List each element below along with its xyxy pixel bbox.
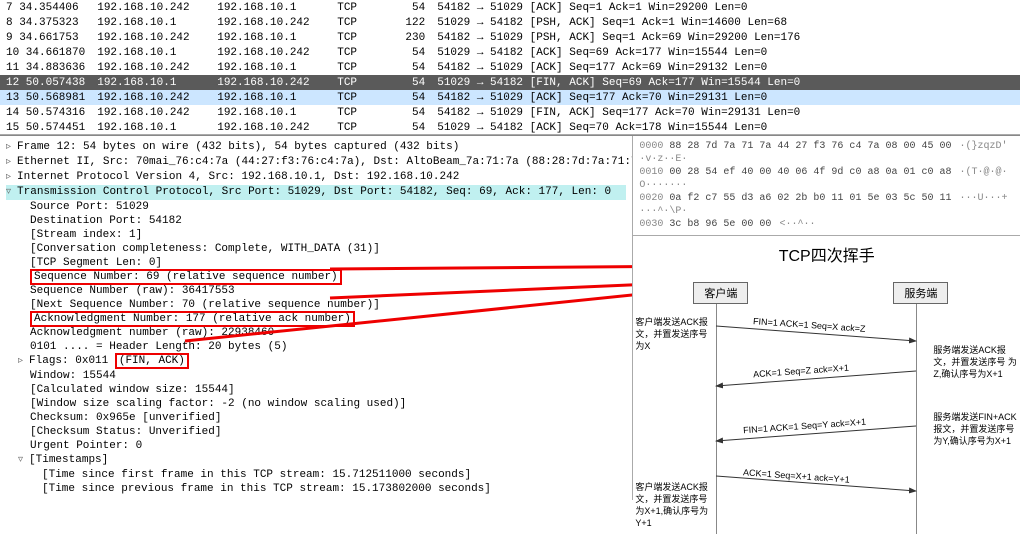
urgent-ptr: Urgent Pointer: 0 (6, 439, 626, 453)
server-note-1: 服务端发送ACK报 文，并置发送序号 为Z,确认序号为X+1 (933, 344, 1020, 380)
packet-list[interactable]: 7 34.354406192.168.10.242192.168.10.1TCP… (0, 0, 1020, 135)
window: Window: 15544 (6, 369, 626, 383)
tcp-summary[interactable]: Transmission Control Protocol, Src Port:… (6, 185, 626, 200)
client-note-1: 客户端发送ACK报 文，并置发送序号 为X (635, 316, 713, 352)
packet-details-tree[interactable]: Frame 12: 54 bytes on wire (432 bits), 5… (0, 136, 632, 500)
packet-row[interactable]: 8 34.375323192.168.10.1192.168.10.242TCP… (0, 15, 1020, 30)
flags[interactable]: Flags: 0x011 (FIN, ACK) (6, 354, 626, 369)
hex-dump[interactable]: 0000 88 28 7d 7a 71 7a 44 27 f3 76 c4 7a… (633, 136, 1020, 236)
calc-window: [Calculated window size: 15544] (6, 383, 626, 397)
next-seq: [Next Sequence Number: 70 (relative sequ… (6, 298, 626, 312)
ip-summary[interactable]: Internet Protocol Version 4, Src: 192.16… (6, 170, 626, 185)
server-note-2: 服务端发送FIN+ACK 报文，并置发送序号 为Y,确认序号为X+1 (933, 411, 1020, 447)
ack-relative: Acknowledgment Number: 177 (relative ack… (6, 312, 626, 326)
seq-relative: Sequence Number: 69 (relative sequence n… (6, 270, 626, 284)
client-note-2: 客户端发送ACK报 文，并置发送序号 为X+1,确认序号为Y+1 (635, 481, 713, 529)
packet-row[interactable]: 12 50.057438192.168.10.1192.168.10.242TC… (0, 75, 1020, 90)
source-port: Source Port: 51029 (6, 200, 626, 214)
stream-index: [Stream index: 1] (6, 228, 626, 242)
packet-row[interactable]: 11 34.883636192.168.10.242192.168.10.1TC… (0, 60, 1020, 75)
packet-row[interactable]: 7 34.354406192.168.10.242192.168.10.1TCP… (0, 0, 1020, 15)
packet-row[interactable]: 15 50.574451192.168.10.1192.168.10.242TC… (0, 120, 1020, 135)
frame-summary[interactable]: Frame 12: 54 bytes on wire (432 bits), 5… (6, 140, 626, 155)
packet-row[interactable]: 9 34.661753192.168.10.242192.168.10.1TCP… (0, 30, 1020, 45)
packet-row[interactable]: 13 50.568981192.168.10.242192.168.10.1TC… (0, 90, 1020, 105)
ack-raw: Acknowledgment number (raw): 22938460 (6, 326, 626, 340)
dest-port: Destination Port: 54182 (6, 214, 626, 228)
win-scale: [Window size scaling factor: -2 (no wind… (6, 397, 626, 411)
ts-prev: [Time since previous frame in this TCP s… (6, 482, 626, 496)
timestamps[interactable]: [Timestamps] (6, 453, 626, 468)
ethernet-summary[interactable]: Ethernet II, Src: 70mai_76:c4:7a (44:27:… (6, 155, 626, 170)
packet-row[interactable]: 14 50.574316192.168.10.242192.168.10.1TC… (0, 105, 1020, 120)
checksum-status: [Checksum Status: Unverified] (6, 425, 626, 439)
tcp-handshake-diagram: TCP四次挥手 客户端 服务端 FIN=1 ACK=1 Seq=X ack=Z … (633, 236, 1020, 500)
checksum: Checksum: 0x965e [unverified] (6, 411, 626, 425)
tcp-seg-len: [TCP Segment Len: 0] (6, 256, 626, 270)
ts-first: [Time since first frame in this TCP stre… (6, 468, 626, 482)
packet-row[interactable]: 10 34.661870192.168.10.1192.168.10.242TC… (0, 45, 1020, 60)
seq-raw: Sequence Number (raw): 36417553 (6, 284, 626, 298)
conv-completeness: [Conversation completeness: Complete, WI… (6, 242, 626, 256)
header-len: 0101 .... = Header Length: 20 bytes (5) (6, 340, 626, 354)
